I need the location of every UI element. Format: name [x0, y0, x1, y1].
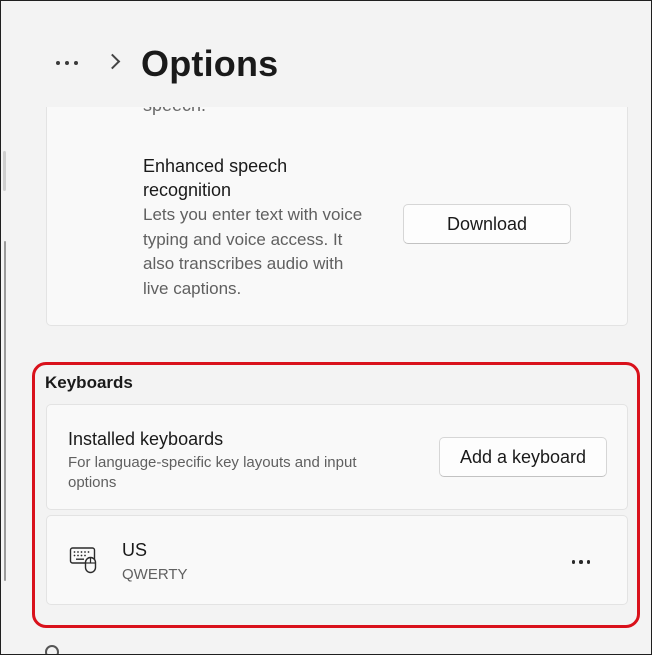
installed-keyboards-description: For language-specific key layouts and in… — [68, 454, 357, 491]
content-scroll-area: Enhanced speech recognition Lets you ent… — [1, 107, 651, 654]
speech-recognition-description: Lets you enter text with voice typing an… — [143, 205, 363, 298]
installed-keyboards-card: Installed keyboards For language-specifi… — [46, 404, 628, 510]
add-keyboard-button[interactable]: Add a keyboard — [439, 437, 607, 477]
breadcrumb-more-icon[interactable] — [49, 51, 85, 75]
dot — [571, 560, 576, 564]
download-button[interactable]: Download — [403, 204, 571, 244]
speech-recognition-title: Enhanced speech recognition — [143, 156, 288, 200]
keyboard-icon — [69, 547, 97, 574]
keyboard-more-options-icon[interactable] — [561, 548, 601, 576]
keyboard-list-item[interactable]: US QWERTY — [46, 515, 628, 605]
dot — [56, 61, 60, 65]
dot — [65, 61, 69, 65]
dot — [74, 61, 78, 65]
settings-window: Options Enhanced speech recognition Lets… — [0, 0, 652, 655]
partial-icon — [45, 645, 59, 654]
keyboards-section-label: Keyboards — [45, 373, 133, 392]
installed-keyboards-title: Installed keyboards — [68, 429, 224, 449]
chevron-right-icon — [104, 53, 121, 70]
dot — [586, 560, 591, 564]
keyboard-layout: QWERTY — [122, 566, 188, 583]
keyboard-name: US — [122, 540, 148, 560]
dot — [579, 560, 583, 564]
partial-description-text: speech. — [143, 107, 206, 116]
page-header: Options — [1, 1, 651, 107]
speech-recognition-card: Enhanced speech recognition Lets you ent… — [46, 107, 628, 326]
page-title: Options — [141, 43, 279, 84]
